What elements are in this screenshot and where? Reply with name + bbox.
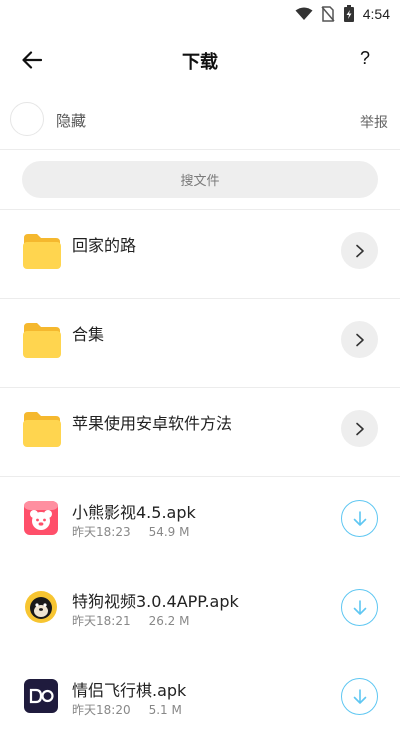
wifi-icon <box>295 7 313 21</box>
download-button[interactable] <box>341 589 378 626</box>
status-bar: 4:54 <box>0 0 400 28</box>
list-item[interactable]: 特狗视频3.0.4APP.apk 昨天18:21 26.2 M <box>0 566 400 655</box>
owner-name[interactable]: 隐藏 <box>56 110 86 131</box>
avatar[interactable] <box>10 102 44 136</box>
chevron-right-icon <box>355 422 364 435</box>
file-name: 小熊影视4.5.apk <box>72 503 196 522</box>
list-item[interactable]: 小熊影视4.5.apk 昨天18:23 54.9 M <box>0 477 400 566</box>
download-arrow-icon <box>353 688 366 704</box>
folder-icon <box>23 323 61 358</box>
file-time: 昨天18:21 <box>72 614 131 628</box>
file-meta: 昨天18:23 54.9 M <box>72 523 189 540</box>
dog-app-icon <box>25 591 57 623</box>
divider <box>0 149 400 150</box>
help-button[interactable]: ? <box>360 48 370 69</box>
open-folder-button[interactable] <box>341 410 378 447</box>
list-item[interactable]: 情侣飞行棋.apk 昨天18:20 5.1 M <box>0 655 400 744</box>
report-link[interactable]: 举报 <box>360 112 388 132</box>
file-time: 昨天18:20 <box>72 703 131 717</box>
file-size: 5.1 M <box>148 703 182 717</box>
app-bar: 下载 ? <box>0 36 400 84</box>
folder-name: 苹果使用安卓软件方法 <box>72 414 233 433</box>
search-placeholder: 搜文件 <box>180 174 220 189</box>
file-size: 54.9 M <box>148 525 190 539</box>
folder-name: 回家的路 <box>72 236 137 255</box>
file-size: 26.2 M <box>148 614 190 628</box>
file-name: 情侣飞行棋.apk <box>72 681 187 700</box>
download-arrow-icon <box>353 510 366 526</box>
search-input[interactable]: 搜文件 <box>22 161 378 198</box>
file-meta: 昨天18:20 5.1 M <box>72 701 182 718</box>
open-folder-button[interactable] <box>341 321 378 358</box>
file-time: 昨天18:23 <box>72 525 131 539</box>
file-meta: 昨天18:21 26.2 M <box>72 612 189 629</box>
open-folder-button[interactable] <box>341 232 378 269</box>
folder-name: 合集 <box>72 325 105 344</box>
list-item[interactable]: 合集 <box>0 299 400 388</box>
status-time: 4:54 <box>362 6 390 22</box>
battery-charging-icon <box>343 5 355 23</box>
page-title: 下载 <box>182 52 218 73</box>
chevron-right-icon <box>355 244 364 257</box>
no-sim-icon <box>321 6 335 22</box>
download-arrow-icon <box>353 599 366 615</box>
bear-app-icon <box>24 501 58 535</box>
folder-icon <box>23 412 61 447</box>
folder-icon <box>23 234 61 269</box>
list-item[interactable]: 回家的路 <box>0 210 400 299</box>
download-button[interactable] <box>341 678 378 715</box>
do-app-icon <box>24 679 58 713</box>
list-item[interactable]: 苹果使用安卓软件方法 <box>0 388 400 477</box>
file-name: 特狗视频3.0.4APP.apk <box>72 592 239 611</box>
chevron-right-icon <box>355 333 364 346</box>
download-button[interactable] <box>341 500 378 537</box>
owner-row: 隐藏 举报 <box>0 100 400 144</box>
